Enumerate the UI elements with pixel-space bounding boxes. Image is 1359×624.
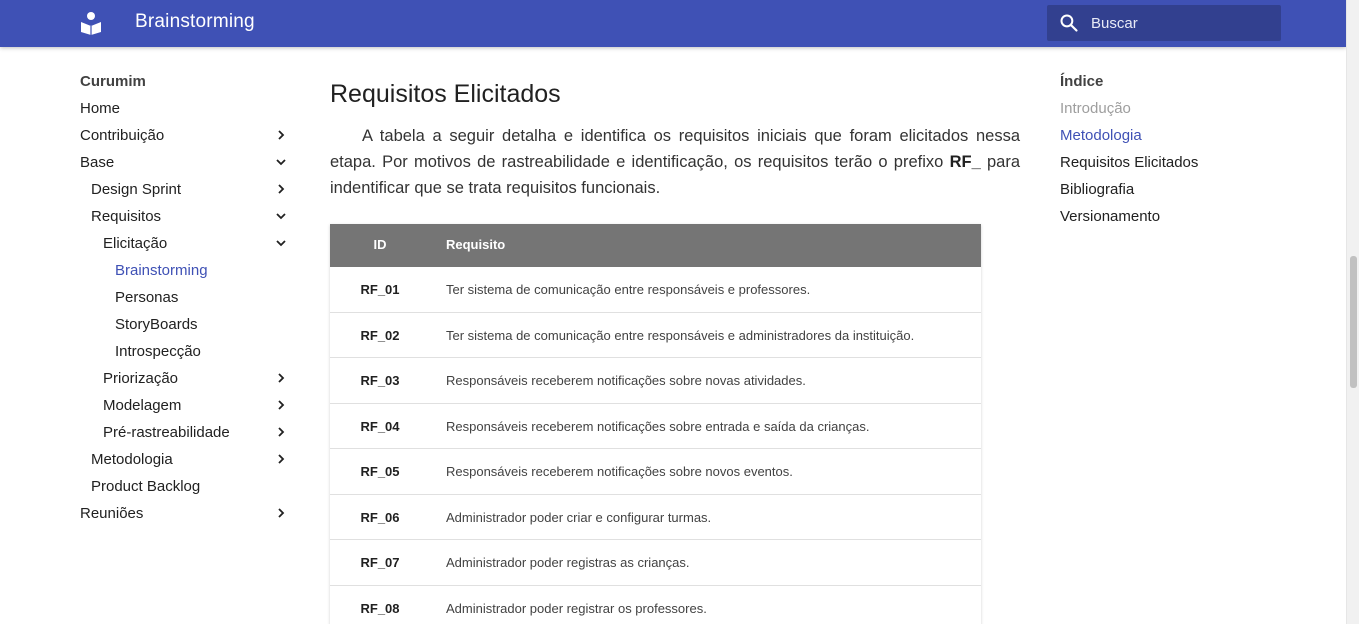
table-row: RF_08 Administrador poder registrar os pr… (330, 585, 981, 624)
nav-item-label: Metodologia (91, 451, 173, 468)
cell-id: RF_03 (360, 373, 400, 388)
nav-item-product-backlog[interactable]: Product Backlog (80, 473, 290, 500)
nav-item-label: Product Backlog (91, 478, 201, 495)
nav-item-contribuicao[interactable]: Contribuição (80, 122, 290, 149)
nav-item-home[interactable]: Home (80, 95, 290, 122)
chevron-down-icon (276, 240, 286, 247)
chevron-down-icon (276, 213, 286, 220)
book-reader-icon[interactable] (80, 11, 102, 35)
nav-item-label: Elicitação (103, 235, 168, 252)
scrollbar-thumb[interactable] (1350, 256, 1357, 388)
column-header-id: ID (373, 237, 387, 252)
toc-item-introducao[interactable]: Introdução (1060, 95, 1280, 122)
table-row: RF_06 Administrador poder criar e configu… (330, 494, 981, 540)
cell-id: RF_02 (360, 327, 400, 343)
cell-id: RF_01 (360, 282, 400, 297)
nav-item-introspeccao[interactable]: Introspecção (80, 338, 290, 365)
toc-item-versionamento[interactable]: Versionamento (1060, 203, 1280, 230)
cell-requisito: Responsáveis receberem notificações sobr… (446, 418, 870, 434)
cell-requisito: Administrador poder criar e configurar t… (446, 509, 712, 525)
chevron-right-icon (278, 130, 285, 140)
chevron-right-icon (278, 400, 285, 410)
nav-title: Curumim (80, 73, 146, 90)
nav-item-design-sprint[interactable]: Design Sprint (80, 176, 290, 203)
table-row: RF_01 Ter sistema de comunicação entre re… (330, 267, 981, 313)
table-row: RF_05 Responsáveis receberem notificações… (330, 449, 981, 495)
nav-item-pre-rastreabilidade[interactable]: Pré-rastreabilidade (80, 419, 290, 446)
nav-item-personas[interactable]: Personas (80, 284, 290, 311)
nav-item-label: Requisitos (91, 208, 162, 225)
table-row: RF_02 Ter sistema de comunicação entre re… (330, 312, 981, 358)
cell-id: RF_08 (360, 600, 400, 616)
search-box[interactable] (1047, 5, 1281, 41)
nav-item-elicitacao[interactable]: Elicitação (80, 230, 290, 257)
nav-item-label: Introspecção (115, 343, 201, 360)
intro-prefix: RF_ (949, 153, 981, 171)
table-row: RF_03 Responsáveis receberem notificações… (330, 358, 981, 404)
chevron-right-icon (278, 508, 285, 518)
nav-item-requisitos[interactable]: Requisitos (80, 203, 290, 230)
sidebar-navigation: Curumim Home Contribuição Base Design Sp… (80, 68, 290, 527)
nav-item-base[interactable]: Base (80, 149, 290, 176)
cell-requisito: Ter sistema de comunicação entre respons… (446, 327, 915, 343)
chevron-right-icon (278, 454, 285, 464)
nav-item-label: StoryBoards (115, 316, 198, 333)
nav-item-label: Contribuição (80, 127, 165, 144)
cell-requisito: Ter sistema de comunicação entre respons… (446, 282, 811, 297)
nav-item-label: Priorização (103, 370, 179, 387)
vertical-scrollbar[interactable] (1346, 0, 1359, 624)
top-app-bar: Brainstorming (0, 0, 1346, 47)
table-header: ID Requisito (330, 224, 981, 267)
intro-text: A tabela a seguir detalha e identifica o… (330, 127, 1020, 171)
site-title[interactable]: Brainstorming (135, 11, 255, 33)
cell-id: RF_07 (360, 555, 400, 570)
nav-item-metodologia[interactable]: Metodologia (80, 446, 290, 473)
cell-requisito: Responsáveis receberem notificações sobr… (446, 373, 806, 388)
chevron-down-icon (276, 159, 286, 166)
toc-item-metodologia[interactable]: Metodologia (1060, 122, 1280, 149)
search-input[interactable] (1091, 5, 1271, 41)
nav-item-label: Design Sprint (91, 181, 182, 198)
cell-requisito: Administrador poder registras as criança… (446, 555, 690, 570)
nav-item-label: Reuniões (80, 505, 144, 522)
toc-item-requisitos-elicitados[interactable]: Requisitos Elicitados (1060, 149, 1280, 176)
nav-item-label: Base (80, 154, 115, 171)
requirements-table: ID Requisito RF_01 Ter sistema de comunic… (330, 224, 981, 624)
cell-requisito: Administrador poder registrar os profess… (446, 600, 707, 616)
nav-item-storyboards[interactable]: StoryBoards (80, 311, 290, 338)
toc-item-bibliografia[interactable]: Bibliografia (1060, 176, 1280, 203)
cell-id: RF_04 (360, 418, 400, 434)
nav-item-label: Modelagem (103, 397, 182, 414)
nav-item-label: Brainstorming (115, 262, 208, 279)
chevron-right-icon (278, 427, 285, 437)
table-row: RF_07 Administrador poder registras as cr… (330, 540, 981, 586)
nav-item-modelagem[interactable]: Modelagem (80, 392, 290, 419)
main-content: Requisitos Elicitados A tabela a seguir … (330, 80, 1020, 201)
search-icon[interactable] (1059, 13, 1079, 33)
table-of-contents: Índice Introdução Metodologia Requisitos… (1060, 68, 1280, 230)
intro-paragraph: A tabela a seguir detalha e identifica o… (330, 123, 1020, 201)
chevron-right-icon (278, 373, 285, 383)
nav-item-brainstorming[interactable]: Brainstorming (80, 257, 290, 284)
chevron-right-icon (278, 184, 285, 194)
cell-id: RF_06 (360, 509, 400, 525)
nav-item-label: Home (80, 100, 121, 117)
table-row: RF_04 Responsáveis receberem notificações… (330, 403, 981, 449)
nav-item-label: Pré-rastreabilidade (103, 424, 230, 441)
nav-item-label: Personas (115, 289, 179, 306)
cell-requisito: Responsáveis receberem notificações sobr… (446, 464, 793, 479)
nav-item-priorizacao[interactable]: Priorização (80, 365, 290, 392)
column-header-requisito: Requisito (446, 237, 506, 252)
cell-id: RF_05 (360, 464, 400, 479)
toc-title: Índice (1060, 73, 1104, 90)
nav-item-reunioes[interactable]: Reuniões (80, 500, 290, 527)
page-heading: Requisitos Elicitados (330, 80, 561, 108)
